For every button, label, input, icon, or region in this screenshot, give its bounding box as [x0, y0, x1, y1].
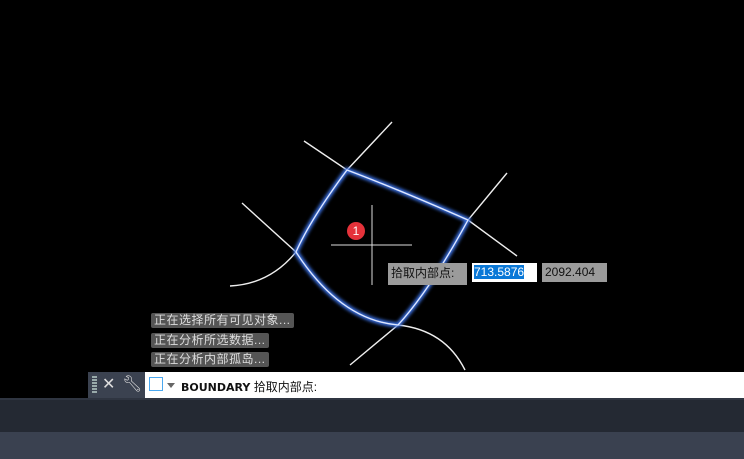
drag-grip-icon[interactable]	[92, 376, 97, 394]
history-message: 正在选择所有可见对象...	[151, 313, 294, 328]
boundary-highlight-glow	[293, 166, 472, 328]
command-name: BOUNDARY	[181, 381, 251, 394]
step-marker-badge: 1	[347, 222, 365, 240]
y-coordinate-input[interactable]: 2092.404	[542, 263, 607, 282]
drawing-canvas[interactable]	[0, 0, 744, 372]
x-coordinate-value: 713.5876	[474, 265, 525, 279]
close-icon[interactable]: ✕	[102, 374, 115, 394]
x-coordinate-input[interactable]: 713.5876	[472, 263, 537, 282]
layout-tabs-bar	[0, 398, 744, 432]
command-input[interactable]: BOUNDARY 拾取内部点:	[145, 372, 744, 398]
boundary-highlight	[295, 169, 469, 326]
chevron-down-icon[interactable]	[167, 383, 175, 388]
selection-icon[interactable]	[149, 377, 163, 391]
command-prompt: 拾取内部点:	[253, 380, 318, 394]
wrench-icon[interactable]: 🔧︎	[122, 374, 142, 394]
history-message: 正在分析所选数据...	[151, 333, 269, 348]
line-b	[229, 121, 393, 287]
history-message: 正在分析内部孤岛...	[151, 352, 269, 367]
command-line-bar: ✕ 🔧︎ BOUNDARY 拾取内部点:	[88, 372, 744, 398]
status-bar	[0, 432, 744, 459]
dynamic-input-prompt: 拾取内部点:	[388, 263, 467, 285]
